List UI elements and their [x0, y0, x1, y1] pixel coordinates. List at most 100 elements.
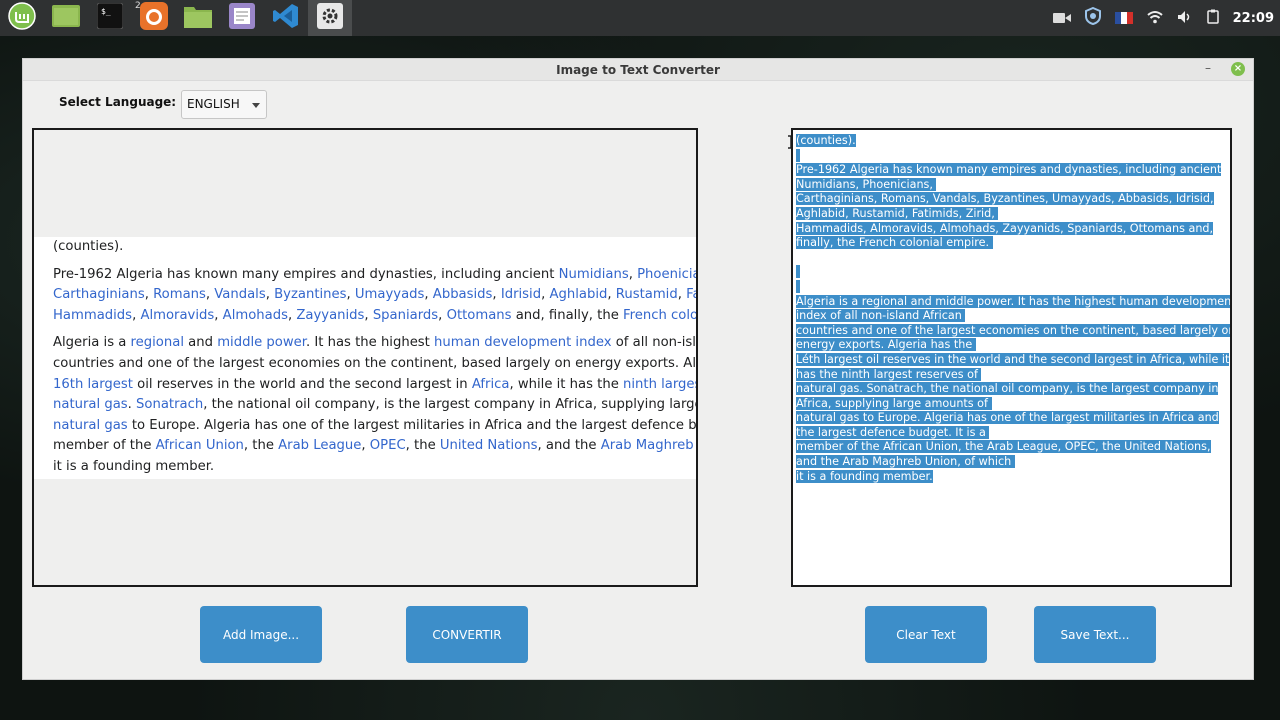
- window-titlebar[interactable]: Image to Text Converter – ×: [23, 59, 1253, 81]
- image-line: Algeria is a regional and middle power. …: [53, 335, 696, 351]
- launcher-vscode[interactable]: [264, 0, 308, 36]
- wiki-link: Ottomans: [446, 307, 512, 323]
- wiki-link: Idrisid: [500, 287, 542, 303]
- output-text-line: Africa, supplying large amounts of: [796, 396, 1226, 412]
- selected-text: has the ninth largest reserves of: [796, 367, 982, 381]
- output-text-area[interactable]: (counties). Pre-1962 Algeria has known m…: [791, 128, 1232, 587]
- launcher-files[interactable]: [176, 0, 220, 36]
- launcher-mint-menu[interactable]: [0, 0, 44, 36]
- terminal-icon: $_: [96, 2, 124, 33]
- wiki-link: natural gas: [53, 397, 128, 413]
- files-icon: [184, 4, 212, 32]
- chevron-down-icon: [252, 103, 260, 108]
- save-text-button[interactable]: Save Text...: [1034, 606, 1156, 663]
- output-text-line: Hammadids, Almoravids, Almohads, Zayyani…: [796, 221, 1226, 237]
- selected-text: index of all non-island African: [796, 309, 966, 323]
- output-text-line: the largest defence budget. It is a: [796, 425, 1226, 441]
- language-select[interactable]: ENGLISH: [181, 90, 267, 119]
- wiki-link: Rustamid: [615, 287, 678, 303]
- launcher-bar: $_ 2: [0, 0, 352, 36]
- output-text-line: Léth largest oil reserves in the world a…: [796, 352, 1230, 368]
- wiki-link: Arab League: [278, 438, 362, 454]
- image-line: Carthaginians, Romans, Vandals, Byzantin…: [53, 285, 696, 306]
- output-text-line: [796, 251, 1226, 266]
- selected-text: [796, 265, 800, 279]
- keyboard-layout-flag-icon[interactable]: [1114, 9, 1133, 28]
- settings-icon: [317, 3, 343, 33]
- wiki-link: Aghlabid: [549, 287, 608, 303]
- selected-text: and the Arab Maghreb Union, of which: [796, 455, 1015, 469]
- vscode-icon: [272, 2, 300, 34]
- selected-text: member of the African Union, the Arab Le…: [796, 440, 1211, 454]
- wiki-link: OPEC: [369, 438, 406, 454]
- wiki-link: Vandals: [214, 287, 266, 303]
- image-line: 16th largest oil reserves in the world a…: [53, 375, 696, 396]
- wiki-link: Carthaginians: [53, 287, 145, 303]
- wiki-link: Arab Maghreb Union: [600, 438, 696, 454]
- wiki-link: Almohads: [222, 307, 288, 323]
- output-text-line: Algeria is a regional and middle power. …: [796, 294, 1230, 310]
- launcher-text-editor[interactable]: [220, 0, 264, 36]
- wiki-link: Almoravids: [140, 307, 215, 323]
- selected-text: Algeria is a regional and middle power. …: [796, 294, 1230, 308]
- language-label: Select Language:: [59, 95, 177, 109]
- svg-text:$_: $_: [101, 7, 111, 16]
- wiki-link: Fatimids: [686, 287, 696, 303]
- selected-text: finally, the French colonial empire.: [796, 236, 993, 250]
- close-button[interactable]: ×: [1231, 62, 1245, 76]
- output-text-line: natural gas to Europe. Algeria has one o…: [796, 411, 1226, 426]
- wiki-link: 16th largest: [53, 376, 133, 392]
- output-text-line: [796, 148, 1226, 164]
- output-text-line: Numidians, Phoenicians,: [796, 177, 1226, 193]
- convert-button[interactable]: CONVERTIR: [406, 606, 528, 663]
- output-text-line: and the Arab Maghreb Union, of which: [796, 455, 1226, 470]
- add-image-button[interactable]: Add Image...: [200, 606, 322, 663]
- output-text-line: (counties).: [796, 134, 1226, 149]
- desktop-icon: [52, 5, 80, 31]
- image-line: Pre-1962 Algeria has known many empires …: [53, 265, 696, 286]
- output-text-line: Pre-1962 Algeria has known many empires …: [796, 163, 1226, 178]
- wiki-link: Byzantines: [274, 287, 347, 303]
- minimize-button[interactable]: –: [1201, 61, 1215, 75]
- selected-text: (counties).: [796, 134, 856, 147]
- camera-icon[interactable]: [1052, 9, 1071, 28]
- selected-text: Hammadids, Almoravids, Almohads, Zayyani…: [796, 221, 1214, 235]
- output-text-line: countries and one of the largest economi…: [796, 323, 1230, 339]
- wiki-link: middle power: [217, 335, 306, 351]
- wiki-link: African Union: [155, 438, 244, 454]
- wiki-link: natural gas: [53, 417, 128, 433]
- window-count-badge: 2: [135, 1, 141, 11]
- selected-text: [796, 148, 800, 162]
- launcher-terminal[interactable]: $_: [88, 0, 132, 36]
- selected-text: Aghlabid, Rustamid, Fatimids, Zirid,: [796, 206, 999, 220]
- selected-text: it is a founding member.: [796, 469, 933, 483]
- output-text-line: Aghlabid, Rustamid, Fatimids, Zirid,: [796, 206, 1226, 222]
- shield-icon[interactable]: [1084, 6, 1101, 29]
- app-window: Image to Text Converter – × Select Langu…: [22, 58, 1254, 680]
- wiki-link: Zayyanids: [296, 307, 365, 323]
- image-line: countries and one of the largest economi…: [53, 355, 696, 371]
- output-text-line: it is a founding member.: [796, 469, 1226, 485]
- clock[interactable]: 22:09: [1233, 11, 1274, 26]
- launcher-firefox[interactable]: 2: [132, 0, 176, 36]
- selected-text: the largest defence budget. It is a: [796, 425, 990, 439]
- wiki-link: Umayyads: [354, 287, 425, 303]
- system-tray: 22:09: [1052, 0, 1280, 36]
- selected-text: [796, 279, 800, 293]
- launcher-settings[interactable]: [308, 0, 352, 36]
- selected-text: energy exports. Algeria has the: [796, 338, 976, 352]
- output-text-line: index of all non-island African: [796, 309, 1226, 324]
- output-text-line: [796, 265, 1226, 280]
- selected-text: Numidians, Phoenicians,: [796, 177, 937, 191]
- clear-text-button[interactable]: Clear Text: [865, 606, 987, 663]
- window-title: Image to Text Converter: [556, 63, 720, 77]
- image-line: natural gas to Europe. Algeria has one o…: [53, 417, 697, 433]
- image-line: (counties).: [53, 239, 124, 254]
- output-text-line: natural gas. Sonatrach, the national oil…: [796, 382, 1226, 397]
- volume-icon[interactable]: [1177, 9, 1193, 28]
- clipboard-icon[interactable]: [1206, 9, 1219, 28]
- wiki-link: human development index: [434, 335, 612, 351]
- launcher-desktop[interactable]: [44, 0, 88, 36]
- wifi-icon[interactable]: [1146, 9, 1163, 28]
- output-text-line: finally, the French colonial empire.: [796, 236, 1226, 251]
